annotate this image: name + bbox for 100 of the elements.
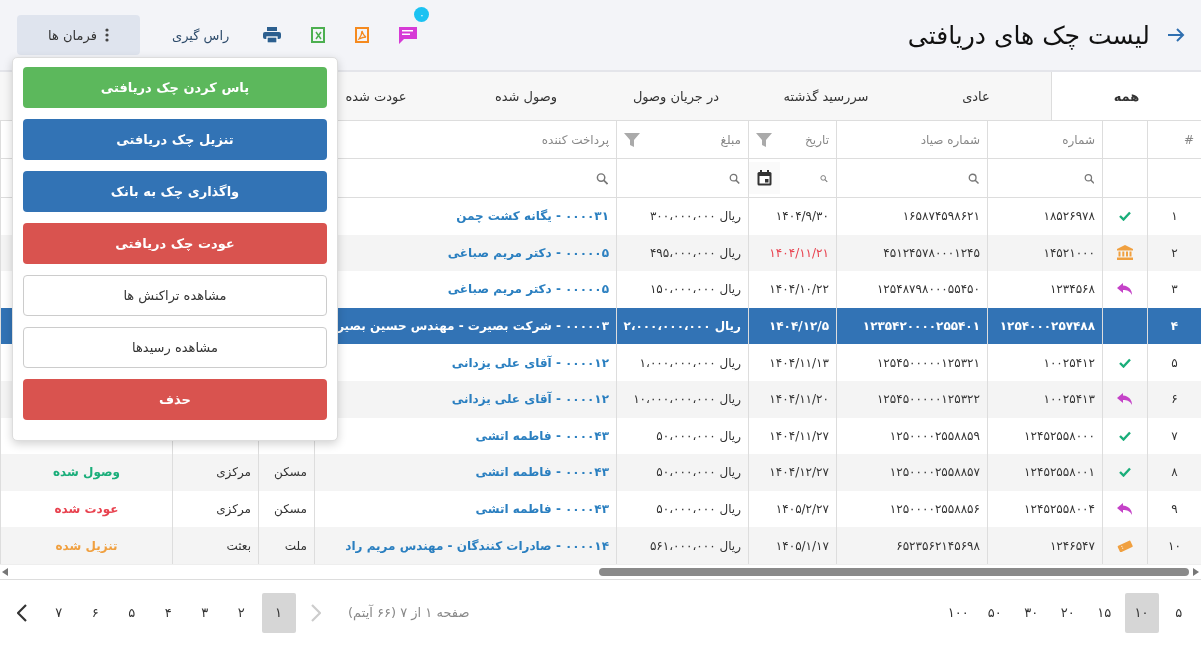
check-date: ۱۴۰۴/۱۱/۱۳ — [769, 355, 829, 370]
check-date: ۱۴۰۴/۱۲/۵ — [768, 319, 829, 334]
amount: ریال ۱۰،۰۰۰،۰۰۰،۰۰۰ — [633, 392, 741, 407]
row-number: ۶ — [1171, 392, 1178, 407]
bank-name: مسکن — [274, 502, 307, 517]
row-number: ۷ — [1171, 428, 1178, 443]
check-number: ۱۲۴۵۲۵۵۸۰۰۰ — [1024, 428, 1095, 443]
tab[interactable]: همه — [1051, 72, 1201, 120]
printer-icon — [263, 27, 282, 43]
calendar-button[interactable] — [749, 162, 780, 194]
column-header: شماره صیاد — [920, 132, 980, 147]
check-number: ۱۰۰۲۵۴۱۳ — [1043, 392, 1095, 407]
menu-item[interactable]: مشاهده تراکنش ها — [23, 275, 327, 316]
row-number: ۴ — [1170, 319, 1179, 334]
amount: ریال ۵۰،۰۰۰،۰۰۰ — [656, 428, 741, 443]
report-button[interactable]: راس گیری — [166, 15, 236, 55]
amount: ریال ۳۰۰،۰۰۰،۰۰۰ — [649, 209, 741, 224]
branch-name: مرکزی — [216, 465, 251, 480]
column-header: مبلغ — [720, 132, 741, 147]
sayad-number: ۱۲۵۰۰۰۰۲۵۵۸۸۵۹ — [889, 428, 980, 443]
payer-link[interactable]: ۰۰۰۰۱۲ - آقای علی یزدانی — [451, 355, 609, 370]
pdf-file-icon — [355, 27, 370, 43]
page-button[interactable]: ۶ — [77, 592, 114, 633]
chevron-right-icon — [310, 603, 321, 622]
page-title: لیست چک های دریافتی — [907, 20, 1150, 50]
check-date: ۱۴۰۴/۱۱/۲۱ — [769, 245, 829, 260]
page-size-option[interactable]: ۳۰ — [1013, 592, 1050, 633]
amount: ریال ۵۰،۰۰۰،۰۰۰ — [656, 465, 741, 480]
search-icon — [1083, 171, 1094, 185]
spreadsheet-file-icon — [311, 27, 326, 43]
check-date: ۱۴۰۵/۱/۱۷ — [775, 538, 829, 553]
payer-link[interactable]: ۰۰۰۰۱۴ - صادرات کنندگان - مهندس مریم راد — [345, 538, 609, 553]
sayad-number: ۱۲۳۵۴۲۰۰۰۰۲۵۵۴۰۱ — [862, 319, 980, 334]
page-button[interactable]: ۷ — [40, 592, 77, 633]
kebab-menu-icon — [104, 28, 109, 42]
check-date: ۱۴۰۴/۱۱/۲۷ — [769, 428, 829, 443]
column-header: تاریخ — [805, 132, 829, 147]
column-header: # — [1183, 132, 1194, 147]
menu-item[interactable]: تنزیل چک دریافتی — [23, 119, 327, 160]
bank-name: مسکن — [274, 465, 307, 480]
menu-item[interactable]: حذف — [23, 379, 327, 420]
page-size-option[interactable]: ۱۰۰ — [940, 592, 977, 633]
amount: ریال ۱،۰۰۰،۰۰۰،۰۰۰ — [639, 355, 741, 370]
row-number: ۱۰ — [1168, 538, 1181, 553]
tab[interactable]: سررسید گذشته — [751, 72, 901, 120]
payer-link[interactable]: ۰۰۰۰۳۱ - یگانه کشت چمن — [456, 209, 609, 224]
scroll-right-icon — [1193, 567, 1199, 576]
notification-badge: ۰ — [414, 7, 430, 22]
page-button[interactable]: ۵ — [113, 592, 150, 633]
page-size-option[interactable]: ۲۰ — [1049, 592, 1086, 633]
page-size-option[interactable]: ۵ — [1160, 592, 1197, 633]
check-date: ۱۴۰۴/۱۲/۲۷ — [769, 465, 829, 480]
check-number: ۱۲۴۶۵۴۷ — [1049, 538, 1095, 553]
payer-link[interactable]: ۰۰۰۰۰۵ - دکتر مریم صباغی — [447, 282, 609, 297]
page-summary: صفحه ۱ از ۷ (۶۶ آیتم) — [348, 605, 470, 621]
scrollbar-thumb[interactable] — [599, 567, 1189, 576]
page-button[interactable]: ۳ — [186, 592, 223, 633]
back-arrow-icon — [1168, 28, 1185, 42]
tab[interactable]: عادی — [901, 72, 1051, 120]
payer-link[interactable]: ۰۰۰۰۰۵ - دکتر مریم صباغی — [447, 245, 609, 260]
search-icon — [596, 171, 608, 185]
sayad-number: ۱۲۵۴۵۰۰۰۰۰۱۲۵۳۲۱ — [876, 355, 980, 370]
check-number: ۱۰۰۲۵۴۱۲ — [1043, 355, 1095, 370]
amount: ریال ۴۹۵،۰۰۰،۰۰۰ — [649, 245, 741, 260]
commands-button[interactable]: فرمان ها — [17, 15, 140, 55]
row-number: ۳ — [1171, 282, 1178, 297]
payer-link[interactable]: ۰۰۰۰۰۳ - شرکت بصیرت - مهندس حسین بصیر — [337, 319, 609, 334]
row-number: ۵ — [1171, 355, 1178, 370]
tab[interactable]: در جریان وصول — [601, 72, 751, 120]
sayad-number: ۱۲۵۴۸۷۹۸۰۰۰۵۵۴۵۰ — [876, 282, 980, 297]
table-row[interactable]: ۱۰ ۱۲۴۶۵۴۷ ۶۵۲۳۵۶۲۱۴۵۶۹۸ ۱۴۰۵/۱/۱۷ ریال ۵۶۱،۰۰۰،۰۰۰ ۰۰۰۰۱۴ - صادرات کنندگان - مهندس مریم راد ملت بعثت تنزیل شده — [0, 527, 1201, 564]
check-number: ۱۲۵۴۰۰۰۲۵۷۴۸۸ — [999, 319, 1095, 334]
sayad-number: ۴۵۱۲۴۵۷۸۰۰۰۱۲۴۵ — [883, 245, 980, 260]
chevron-left-icon — [17, 603, 28, 622]
payer-link[interactable]: ۰۰۰۰۴۳ - فاطمه اتشی — [475, 502, 609, 517]
page-button[interactable]: ۴ — [150, 592, 187, 633]
check-number: ۱۴۵۲۱۰۰۰ — [1043, 245, 1095, 260]
check-number: ۱۸۵۲۶۹۷۸ — [1043, 209, 1095, 224]
menu-item[interactable]: عودت چک دریافتی — [23, 223, 327, 264]
row-number: ۸ — [1171, 465, 1178, 480]
sayad-number: ۱۲۵۰۰۰۰۲۵۵۸۸۵۷ — [889, 465, 980, 480]
check-date: ۱۴۰۴/۱۰/۲۲ — [769, 282, 829, 297]
payer-link[interactable]: ۰۰۰۰۱۲ - آقای علی یزدانی — [451, 392, 609, 407]
table-row[interactable]: ۸ ۱۲۴۵۲۵۵۸۰۰۱ ۱۲۵۰۰۰۰۲۵۵۸۸۵۷ ۱۴۰۴/۱۲/۲۷ ریال ۵۰،۰۰۰،۰۰۰ ۰۰۰۰۴۳ - فاطمه اتشی مسکن مرکزی وصول شده — [0, 454, 1201, 491]
page-size-option[interactable]: ۱۵ — [1086, 592, 1123, 633]
row-number: ۲ — [1171, 245, 1178, 260]
branch-name: مرکزی — [216, 502, 251, 517]
page-button[interactable]: ۲ — [223, 592, 260, 633]
menu-item[interactable]: واگذاری چک به بانک — [23, 171, 327, 212]
menu-item[interactable]: مشاهده رسیدها — [23, 327, 327, 368]
page-size-option[interactable]: ۵۰ — [976, 592, 1013, 633]
payer-link[interactable]: ۰۰۰۰۴۳ - فاطمه اتشی — [475, 428, 609, 443]
amount: ریال ۲،۰۰۰،۰۰۰،۰۰۰ — [623, 319, 741, 334]
payer-link[interactable]: ۰۰۰۰۴۳ - فاطمه اتشی — [475, 465, 609, 480]
tab[interactable]: وصول شده — [451, 72, 601, 120]
page-button[interactable]: ۱ — [261, 592, 296, 633]
row-number: ۱ — [1171, 209, 1178, 224]
page-size-option[interactable]: ۱۰ — [1124, 592, 1159, 633]
check-number: ۱۲۴۵۲۵۵۸۰۰۴ — [1024, 502, 1095, 517]
sayad-number: ۱۲۵۰۰۰۰۲۵۵۸۸۵۶ — [889, 502, 980, 517]
